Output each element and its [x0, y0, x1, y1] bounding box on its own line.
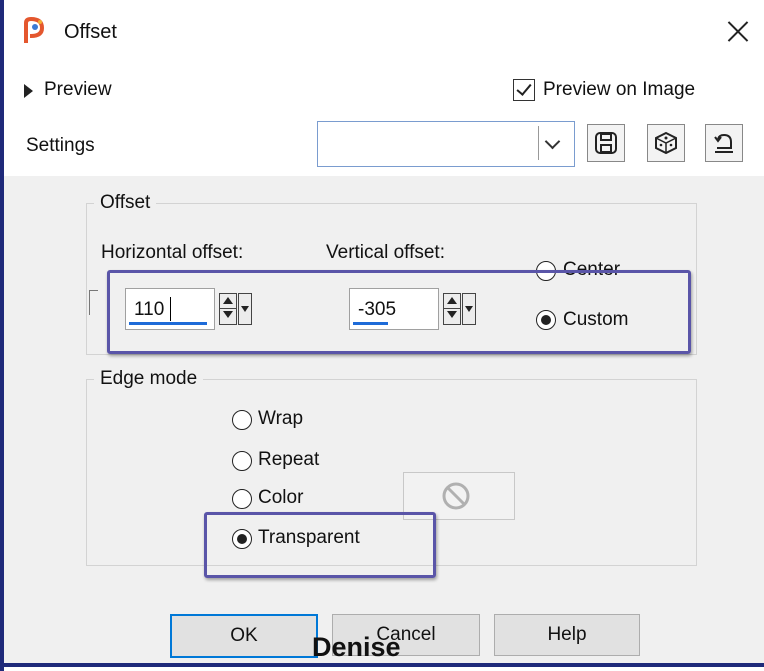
settings-preset-dropdown[interactable]: [317, 121, 575, 167]
preview-on-image-checkbox[interactable]: [513, 79, 535, 101]
title-bar: [4, 0, 764, 66]
preview-on-image-label[interactable]: Preview on Image: [543, 79, 695, 101]
edge-mode-group-title: Edge mode: [94, 368, 204, 390]
window-frame-bottom: [0, 663, 764, 667]
wrap-radio[interactable]: [232, 410, 252, 430]
dice-icon: [655, 131, 677, 155]
horizontal-offset-label: Horizontal offset:: [101, 242, 244, 263]
color-label[interactable]: Color: [258, 487, 303, 509]
watermark-text: Denise: [312, 632, 401, 662]
expand-arrow-icon[interactable]: [24, 84, 33, 98]
wrap-label[interactable]: Wrap: [258, 408, 303, 430]
ok-button[interactable]: OK: [170, 614, 318, 658]
close-icon[interactable]: [718, 12, 758, 52]
highlight-offset-box: [107, 270, 691, 354]
chevron-down-icon[interactable]: [538, 126, 569, 160]
save-preset-button[interactable]: [587, 124, 625, 162]
highlight-transparent-box: [204, 512, 436, 578]
floppy-disk-icon: [595, 132, 617, 154]
repeat-radio[interactable]: [232, 451, 252, 471]
no-symbol-icon: [442, 482, 470, 510]
help-button[interactable]: Help: [494, 614, 640, 656]
vertical-offset-label: Vertical offset:: [326, 242, 445, 263]
preview-toggle[interactable]: Preview: [44, 79, 112, 101]
link-bracket: [89, 290, 98, 315]
settings-label: Settings: [26, 135, 95, 156]
offset-group-title: Offset: [94, 192, 157, 214]
reset-to-default-button[interactable]: [705, 124, 743, 162]
repeat-label[interactable]: Repeat: [258, 449, 319, 471]
random-parameters-button[interactable]: [647, 124, 685, 162]
paintshop-pro-icon: [24, 17, 45, 43]
window-title: Offset: [64, 21, 117, 43]
color-radio[interactable]: [232, 489, 252, 509]
reset-icon: [714, 133, 733, 153]
